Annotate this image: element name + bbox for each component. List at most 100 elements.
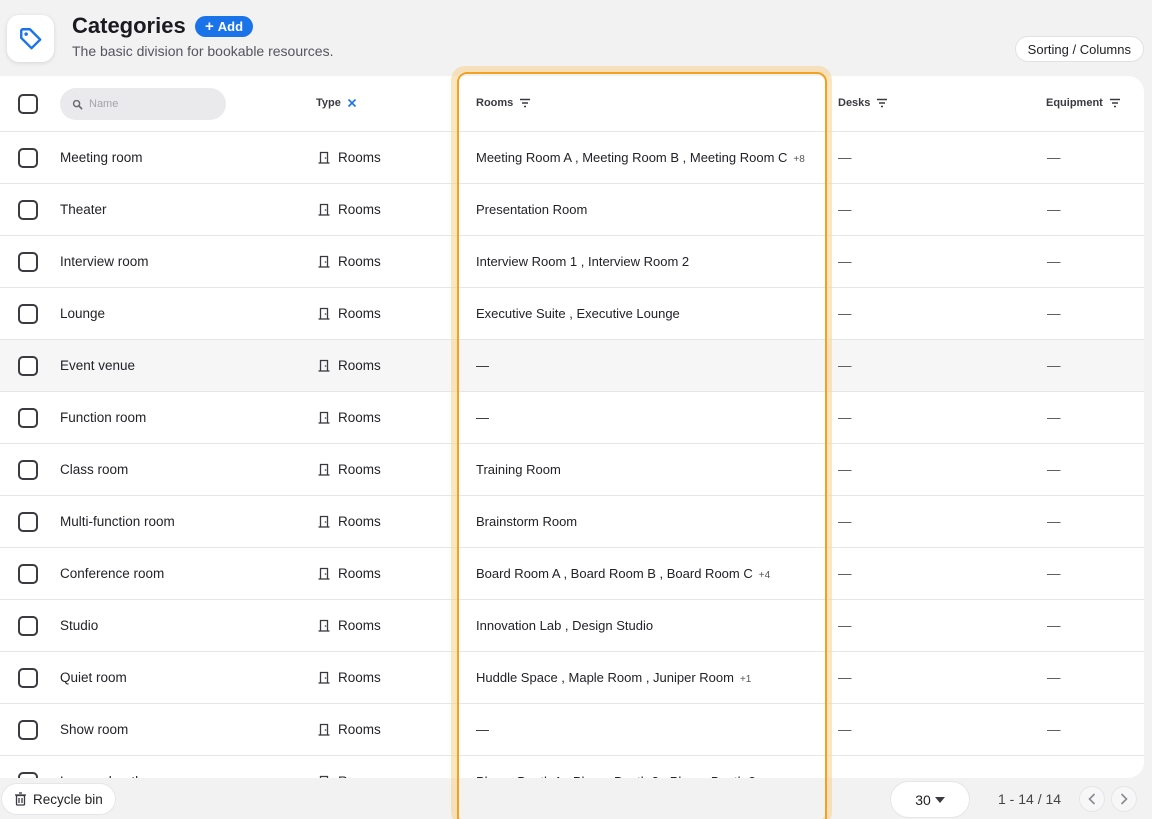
row-checkbox[interactable] bbox=[18, 460, 38, 480]
category-type: Rooms bbox=[318, 462, 381, 477]
category-type: Rooms bbox=[318, 150, 381, 165]
app-icon bbox=[7, 15, 54, 62]
table-row[interactable]: Show room Rooms — — — bbox=[0, 704, 1144, 756]
search-input[interactable] bbox=[89, 98, 209, 110]
rooms-more-count[interactable]: +1 bbox=[740, 674, 751, 685]
door-icon bbox=[318, 411, 330, 424]
table-row[interactable]: Lounge Rooms Executive Suite , Executive L… bbox=[0, 288, 1144, 340]
column-rooms-label: Rooms bbox=[476, 97, 514, 109]
trash-icon bbox=[15, 792, 26, 806]
category-rooms: — bbox=[476, 358, 495, 373]
row-checkbox[interactable] bbox=[18, 564, 38, 584]
table-row[interactable]: Meeting room Rooms Meeting Room A , Meetin… bbox=[0, 132, 1144, 184]
rows-per-page-select[interactable]: 30 bbox=[891, 782, 969, 817]
previous-page-button[interactable] bbox=[1079, 786, 1105, 812]
category-name: Theater bbox=[60, 202, 107, 217]
category-rooms: Huddle Space , Maple Room , Juniper Room… bbox=[476, 670, 751, 685]
door-icon bbox=[318, 359, 330, 372]
row-checkbox[interactable] bbox=[18, 772, 38, 778]
select-all-checkbox[interactable] bbox=[18, 94, 38, 114]
column-desks-label: Desks bbox=[838, 97, 871, 109]
page-title: Categories bbox=[72, 13, 186, 38]
table-row[interactable]: Function room Rooms — — — bbox=[0, 392, 1144, 444]
next-page-button[interactable] bbox=[1111, 786, 1137, 812]
category-type-label: Rooms bbox=[338, 410, 381, 425]
category-type: Rooms bbox=[318, 514, 381, 529]
category-name: Conference room bbox=[60, 566, 165, 581]
table-row[interactable]: Event venue Rooms — — — bbox=[0, 340, 1144, 392]
category-rooms: — bbox=[476, 410, 495, 425]
category-equipment: — bbox=[1047, 774, 1061, 778]
category-name: Event venue bbox=[60, 358, 136, 373]
category-desks: — bbox=[838, 514, 852, 529]
clear-filter-icon[interactable] bbox=[347, 98, 357, 108]
table-row[interactable]: Studio Rooms Innovation Lab , Design Studi… bbox=[0, 600, 1144, 652]
category-name: Lounge bbox=[60, 306, 106, 321]
table-row[interactable]: Conference room Rooms Board Room A , Board… bbox=[0, 548, 1144, 600]
add-button-label: Add bbox=[217, 19, 244, 34]
category-desks: — bbox=[838, 358, 852, 373]
category-name: Quiet room bbox=[60, 670, 127, 685]
table-row[interactable]: Interview room Rooms Interview Room 1 , In… bbox=[0, 236, 1144, 288]
category-desks: — bbox=[838, 202, 852, 217]
table-row[interactable]: Lounge booth Rooms Phone Booth 1 , Phone B… bbox=[0, 756, 1144, 778]
column-header-desks[interactable]: Desks bbox=[838, 97, 888, 109]
filter-icon[interactable] bbox=[876, 98, 888, 108]
rooms-list: Interview Room 1 , Interview Room 2 bbox=[476, 254, 690, 269]
row-checkbox[interactable] bbox=[18, 616, 38, 636]
row-checkbox[interactable] bbox=[18, 720, 38, 740]
rooms-list: — bbox=[476, 358, 489, 373]
row-checkbox[interactable] bbox=[18, 512, 38, 532]
category-type-label: Rooms bbox=[338, 670, 381, 685]
door-icon bbox=[318, 203, 330, 216]
category-type-label: Rooms bbox=[338, 254, 381, 269]
column-header-rooms[interactable]: Rooms bbox=[476, 97, 531, 109]
door-icon bbox=[318, 255, 330, 268]
category-rooms: Innovation Lab , Design Studio bbox=[476, 618, 659, 633]
rooms-list: Innovation Lab , Design Studio bbox=[476, 618, 654, 633]
filter-icon[interactable] bbox=[1109, 98, 1121, 108]
category-type: Rooms bbox=[318, 722, 381, 737]
row-checkbox[interactable] bbox=[18, 356, 38, 376]
column-equipment-label: Equipment bbox=[1046, 97, 1103, 109]
column-header-equipment[interactable]: Equipment bbox=[1046, 97, 1121, 109]
row-checkbox[interactable] bbox=[18, 252, 38, 272]
row-checkbox[interactable] bbox=[18, 408, 38, 428]
rooms-list: Executive Suite , Executive Lounge bbox=[476, 306, 680, 321]
category-type: Rooms bbox=[318, 618, 381, 633]
recycle-bin-button[interactable]: Recycle bin bbox=[2, 784, 115, 814]
rooms-list: Board Room A , Board Room B , Board Room… bbox=[476, 566, 753, 581]
row-checkbox[interactable] bbox=[18, 200, 38, 220]
category-equipment: — bbox=[1047, 254, 1061, 269]
rooms-list: Training Room bbox=[476, 462, 561, 477]
row-checkbox[interactable] bbox=[18, 668, 38, 688]
rooms-more-count[interactable]: +8 bbox=[793, 154, 804, 165]
category-type: Rooms bbox=[318, 306, 381, 321]
tag-icon bbox=[19, 27, 41, 49]
column-type-label: Type bbox=[316, 97, 341, 109]
category-desks: — bbox=[838, 670, 852, 685]
table-footer: Recycle bin 30 1 - 14 / 14 bbox=[0, 780, 1152, 819]
add-button[interactable]: + Add bbox=[195, 16, 254, 37]
table-row[interactable]: Class room Rooms Training Room — — bbox=[0, 444, 1144, 496]
row-checkbox[interactable] bbox=[18, 304, 38, 324]
recycle-bin-label: Recycle bin bbox=[33, 791, 103, 807]
category-equipment: — bbox=[1047, 410, 1061, 425]
category-type: Rooms bbox=[318, 358, 381, 373]
table-row[interactable]: Theater Rooms Presentation Room — — bbox=[0, 184, 1144, 236]
table-row[interactable]: Quiet room Rooms Huddle Space , Maple Room… bbox=[0, 652, 1144, 704]
category-name: Class room bbox=[60, 462, 129, 477]
category-rooms: Phone Booth 1 , Phone Booth 2 , Phone Bo… bbox=[476, 774, 762, 778]
caret-down-icon bbox=[934, 796, 945, 803]
table-row[interactable]: Multi-function room Rooms Brainstorm Room —… bbox=[0, 496, 1144, 548]
category-equipment: — bbox=[1047, 306, 1061, 321]
filter-icon[interactable] bbox=[519, 98, 531, 108]
category-equipment: — bbox=[1047, 514, 1061, 529]
row-checkbox[interactable] bbox=[18, 148, 38, 168]
column-header-type[interactable]: Type bbox=[316, 97, 357, 109]
category-name: Function room bbox=[60, 410, 147, 425]
chevron-left-icon bbox=[1088, 793, 1096, 805]
sorting-columns-button[interactable]: Sorting / Columns bbox=[1014, 36, 1144, 62]
rooms-more-count[interactable]: +4 bbox=[759, 570, 770, 581]
category-desks: — bbox=[838, 722, 852, 737]
